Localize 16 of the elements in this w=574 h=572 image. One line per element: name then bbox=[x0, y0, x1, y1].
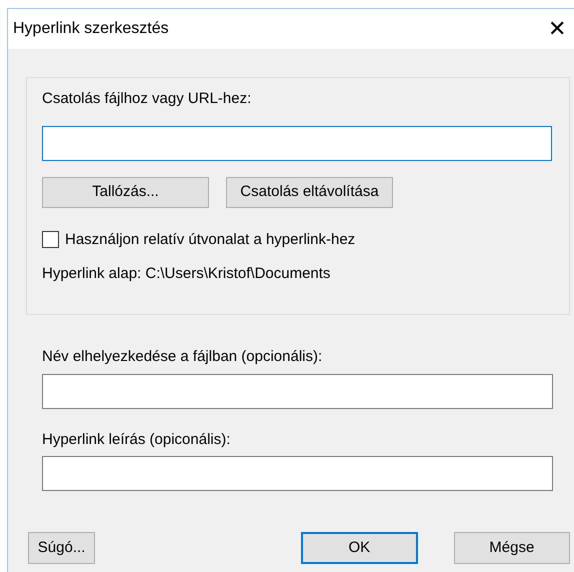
help-button[interactable]: Súgó... bbox=[28, 532, 96, 564]
ok-button[interactable]: OK bbox=[301, 532, 418, 564]
window-title: Hyperlink szerkesztés bbox=[13, 19, 169, 39]
field-label: Csatolás fájlhoz vagy URL-hez: bbox=[42, 89, 252, 109]
checkbox-label: Használjon relatív útvonalat a hyperlink-hez bbox=[65, 230, 356, 250]
field-label: Név elhelyezkedése a fájlban (opcionális): bbox=[42, 347, 324, 367]
text-field[interactable] bbox=[42, 456, 553, 491]
base-path-text: Hyperlink alap: C:\Users\Kristof\Documents bbox=[42, 264, 332, 284]
checkbox[interactable] bbox=[42, 231, 59, 248]
cancel-button[interactable]: Mégse bbox=[454, 532, 570, 564]
url-field[interactable] bbox=[42, 126, 552, 160]
text-field[interactable] bbox=[42, 374, 553, 408]
field-label: Hyperlink leírás (opiconális): bbox=[42, 430, 232, 450]
remove-link-button[interactable]: Csatolás eltávolítása bbox=[226, 176, 393, 208]
close-button[interactable]: ✕ bbox=[542, 18, 572, 40]
browse-button[interactable]: Tallózás... bbox=[42, 176, 209, 208]
